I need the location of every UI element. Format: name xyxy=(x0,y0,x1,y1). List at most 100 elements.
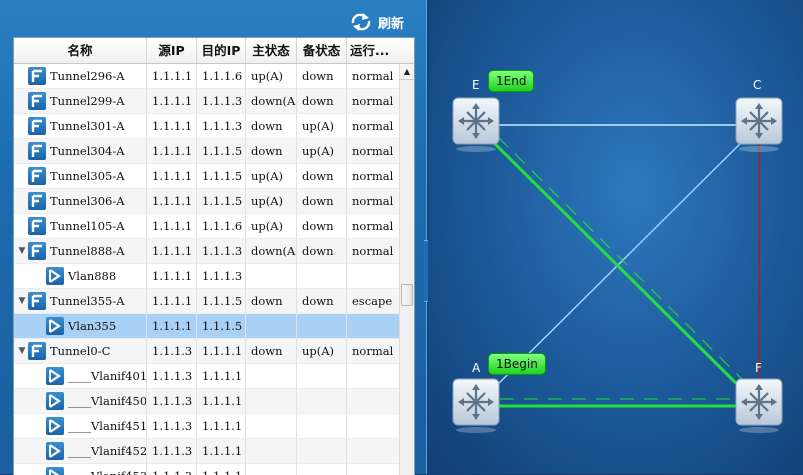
table-row[interactable]: Tunnel305-A 1.1.1.1 1.1.1.5 up(A) down n… xyxy=(14,164,400,189)
vlan-icon xyxy=(46,442,64,460)
cell-main-state: down(A xyxy=(246,89,297,113)
cell-run-state: normal xyxy=(352,144,394,158)
cell-name: ____Vlanif401 xyxy=(14,364,147,388)
topology-view: E C A F 1End 1Begin xyxy=(428,0,803,474)
tunnel-icon xyxy=(28,67,46,85)
row-name: Tunnel355-A xyxy=(50,294,125,308)
cell-dest-ip: 1.1.1.6 xyxy=(197,64,246,88)
table-row[interactable]: Tunnel304-A 1.1.1.1 1.1.1.5 down up(A) n… xyxy=(14,139,400,164)
cell-run-state xyxy=(347,414,400,438)
row-name: ____Vlanif451 xyxy=(68,419,147,433)
cell-main-state: down xyxy=(246,114,297,138)
cell-source-ip: 1.1.1.1 xyxy=(147,314,197,338)
cell-main-state xyxy=(246,414,297,438)
cell-source-ip: 1.1.1.3 xyxy=(147,414,197,438)
cell-backup-state: up(A) xyxy=(297,114,347,138)
scrollbar-thumb[interactable] xyxy=(401,284,413,306)
cell-source-ip: 1.1.1.1 xyxy=(147,264,197,288)
column-header-name[interactable]: 名称 xyxy=(14,38,147,63)
tunnel-icon xyxy=(28,242,46,260)
cell-run-state: normal xyxy=(352,94,394,108)
cell-main-state xyxy=(246,464,297,475)
expand-toggle-icon[interactable]: ▼ xyxy=(17,339,27,363)
table-row[interactable]: Tunnel301-A 1.1.1.1 1.1.1.3 down up(A) n… xyxy=(14,114,400,139)
vertical-scrollbar[interactable]: ▲ xyxy=(399,64,414,475)
cell-backup-state xyxy=(297,364,347,388)
scroll-up-arrow-icon[interactable]: ▲ xyxy=(400,64,414,80)
expand-toggle-icon[interactable]: ▼ xyxy=(17,289,27,313)
expand-toggle-icon[interactable]: ▼ xyxy=(17,239,27,263)
cell-name: Tunnel305-A xyxy=(14,164,147,188)
cell-dest-ip: 1.1.1.1 xyxy=(197,464,246,475)
table-row[interactable]: ▼ Tunnel0-C 1.1.1.3 1.1.1.1 down up(A) n… xyxy=(14,339,400,364)
cell-run-state: normal xyxy=(352,244,394,258)
cell-backup-state xyxy=(297,314,347,338)
cell-run-state xyxy=(347,464,400,475)
cell-backup-state: up(A) xyxy=(297,139,347,163)
cell-main-state: down xyxy=(246,339,297,363)
cell-main-state xyxy=(246,364,297,388)
device-label: A xyxy=(472,361,481,375)
table-row[interactable]: ▼ Tunnel888-A 1.1.1.1 1.1.1.3 down(A dow… xyxy=(14,239,400,264)
cell-backup-state: down xyxy=(297,164,347,188)
table-row[interactable]: Vlan355 1.1.1.1 1.1.1.5 xyxy=(14,314,400,339)
cell-name: Vlan888 xyxy=(14,264,147,288)
cell-backup-state xyxy=(297,439,347,463)
table-header: 名称 源IP 目的IP 主状态 备状态 运行... xyxy=(14,38,414,64)
cell-dest-ip: 1.1.1.3 xyxy=(197,239,246,263)
tunnel-icon xyxy=(28,342,46,360)
cell-dest-ip: 1.1.1.3 xyxy=(197,114,246,138)
column-header-backup-state[interactable]: 备状态 xyxy=(297,38,347,63)
table-row[interactable]: Tunnel299-A 1.1.1.1 1.1.1.3 down(A down … xyxy=(14,89,400,114)
row-name: Vlan355 xyxy=(68,319,117,333)
row-name: Tunnel888-A xyxy=(50,244,125,258)
cell-dest-ip: 1.1.1.1 xyxy=(197,339,246,363)
table-row[interactable]: ____Vlanif401 1.1.1.3 1.1.1.1 xyxy=(14,364,400,389)
column-header-main-state[interactable]: 主状态 xyxy=(246,38,297,63)
row-name: Tunnel0-C xyxy=(50,344,111,358)
row-name: Tunnel105-A xyxy=(50,219,125,233)
table-row[interactable]: Tunnel306-A 1.1.1.1 1.1.1.5 up(A) down n… xyxy=(14,189,400,214)
cell-main-state: down(A xyxy=(246,239,297,263)
cell-name: ____Vlanif450 xyxy=(14,389,147,413)
tunnel-icon xyxy=(28,142,46,160)
cell-source-ip: 1.1.1.3 xyxy=(147,364,197,388)
refresh-label: 刷新 xyxy=(377,16,404,32)
table-row[interactable]: Tunnel105-A 1.1.1.1 1.1.1.6 up(A) down n… xyxy=(14,214,400,239)
router-icon[interactable] xyxy=(735,97,783,152)
row-name: Tunnel304-A xyxy=(50,144,125,158)
table-row[interactable]: ____Vlanif452 1.1.1.3 1.1.1.1 xyxy=(14,439,400,464)
column-header-run-state[interactable]: 运行... xyxy=(347,38,414,63)
cell-dest-ip: 1.1.1.1 xyxy=(197,389,246,413)
cell-dest-ip: 1.1.1.5 xyxy=(197,289,246,313)
column-header-source-ip[interactable]: 源IP xyxy=(147,38,197,63)
vlan-icon xyxy=(46,267,64,285)
table-row[interactable]: ____Vlanif450 1.1.1.3 1.1.1.1 xyxy=(14,389,400,414)
cell-backup-state: down xyxy=(297,239,347,263)
table-row[interactable]: ▼ Tunnel355-A 1.1.1.1 1.1.1.5 down down … xyxy=(14,289,400,314)
row-name: Tunnel296-A xyxy=(50,69,125,83)
cell-backup-state: up(A) xyxy=(297,339,347,363)
cell-dest-ip: 1.1.1.6 xyxy=(197,214,246,238)
device-label: C xyxy=(753,78,762,92)
cell-name: Tunnel301-A xyxy=(14,114,147,138)
refresh-button[interactable]: 刷新 xyxy=(350,12,404,32)
row-name: Vlan888 xyxy=(68,269,117,283)
table-row[interactable]: Vlan888 1.1.1.1 1.1.1.3 xyxy=(14,264,400,289)
router-icon[interactable] xyxy=(735,378,783,433)
cell-backup-state: down xyxy=(297,64,347,88)
cell-main-state xyxy=(246,439,297,463)
router-icon[interactable] xyxy=(452,378,500,433)
cell-dest-ip: 1.1.1.1 xyxy=(197,364,246,388)
row-name: Tunnel301-A xyxy=(50,119,125,133)
router-icon[interactable] xyxy=(452,97,500,152)
table-row[interactable]: ____Vlanif451 1.1.1.3 1.1.1.1 xyxy=(14,414,400,439)
table-row[interactable]: ____Vlanif453 1.1.1.3 1.1.1.1 xyxy=(14,464,400,475)
cell-name: ▼ Tunnel355-A xyxy=(14,289,147,313)
cell-name: ____Vlanif453 xyxy=(14,464,147,475)
cell-run-state: escape xyxy=(352,294,393,308)
column-header-dest-ip[interactable]: 目的IP xyxy=(197,38,246,63)
path-endpoint-badge: 1End xyxy=(488,70,535,92)
table-row[interactable]: Tunnel296-A 1.1.1.1 1.1.1.6 up(A) down n… xyxy=(14,64,400,89)
cell-dest-ip: 1.1.1.3 xyxy=(197,264,246,288)
